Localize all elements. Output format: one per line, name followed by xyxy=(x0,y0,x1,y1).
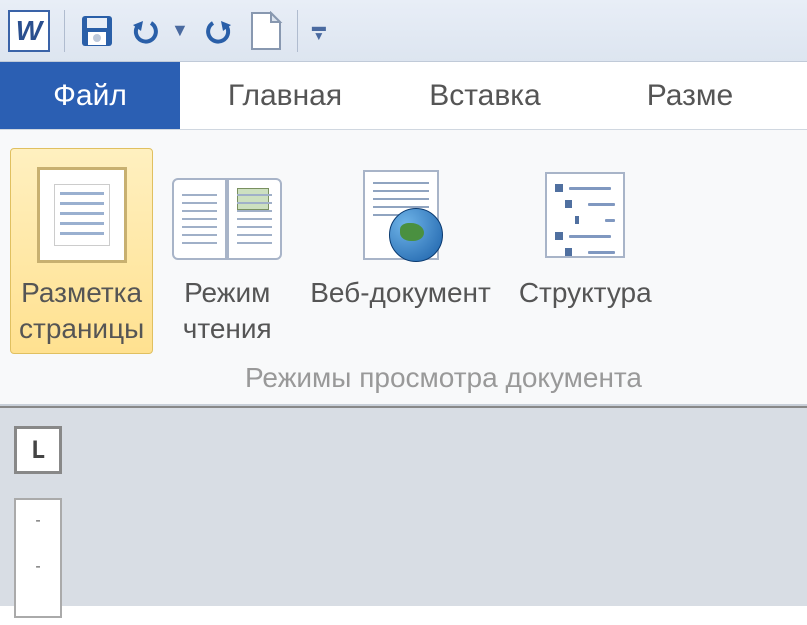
button-label: Разметка страницы xyxy=(19,275,144,347)
undo-dropdown-icon[interactable]: ▼ xyxy=(171,20,189,41)
word-app-icon[interactable]: W xyxy=(8,10,50,52)
separator xyxy=(297,10,298,52)
button-label: Структура xyxy=(519,275,652,311)
ribbon-panel: Разметка страницы Режим чтения Веб-докум… xyxy=(0,130,807,406)
tab-page-layout[interactable]: Разме xyxy=(580,62,800,129)
view-web-document-button[interactable]: Веб-документ xyxy=(301,148,500,354)
view-outline-button[interactable]: Структура xyxy=(510,148,661,354)
view-reading-button[interactable]: Режим чтения xyxy=(163,148,291,354)
redo-icon[interactable] xyxy=(203,15,235,47)
reading-mode-icon xyxy=(172,155,282,275)
tab-stop-selector[interactable]: L xyxy=(14,426,62,474)
web-document-icon xyxy=(363,155,439,275)
undo-icon[interactable] xyxy=(129,15,161,47)
view-page-layout-button[interactable]: Разметка страницы xyxy=(10,148,153,354)
quick-access-toolbar: W ▼ ▬ ▼ xyxy=(0,0,807,62)
undo-split-button[interactable]: ▼ xyxy=(129,15,189,47)
ribbon-tabs: Файл Главная Вставка Разме xyxy=(0,62,807,130)
page-layout-icon xyxy=(37,155,127,275)
save-icon[interactable] xyxy=(79,13,115,49)
new-document-icon[interactable] xyxy=(249,11,283,51)
button-label: Режим чтения xyxy=(183,275,272,347)
outline-icon xyxy=(545,155,625,275)
button-label: Веб-документ xyxy=(310,275,491,311)
ribbon-group-views: Разметка страницы Режим чтения Веб-докум… xyxy=(10,148,797,354)
ribbon-group-label: Режимы просмотра документа xyxy=(10,362,797,394)
tab-home[interactable]: Главная xyxy=(180,62,390,129)
ruler-tick: - xyxy=(35,558,40,576)
tab-file[interactable]: Файл xyxy=(0,62,180,129)
document-area: L - - xyxy=(0,406,807,606)
separator xyxy=(64,10,65,52)
tab-insert[interactable]: Вставка xyxy=(390,62,580,129)
vertical-ruler[interactable]: - - xyxy=(14,498,62,618)
ruler-tick: - xyxy=(35,512,40,530)
customize-qat-icon[interactable]: ▬ ▼ xyxy=(312,21,326,41)
